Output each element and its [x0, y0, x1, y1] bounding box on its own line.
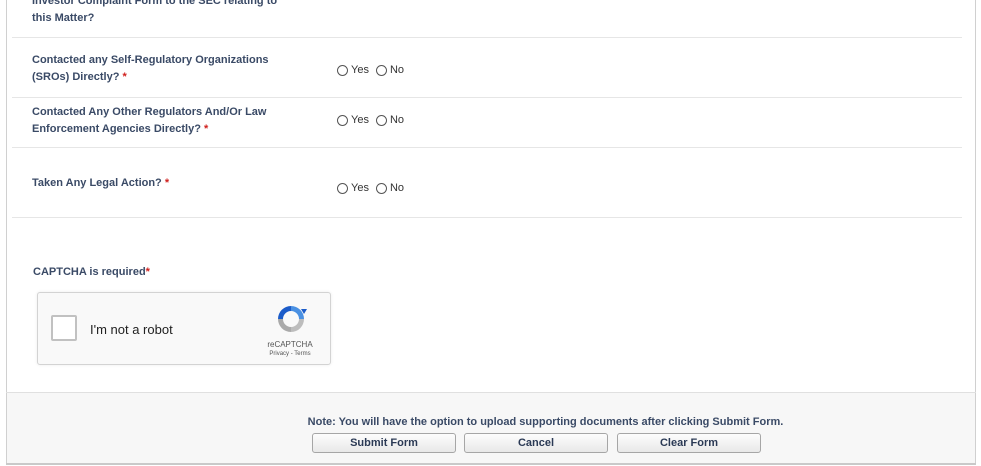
bottom-border	[6, 463, 976, 465]
required-marker: *	[164, 177, 170, 189]
question-label: Investor Complaint Form to the SEC relat…	[32, 0, 278, 24]
radio-group-other-regulators: Yes No	[337, 114, 408, 126]
required-marker: *	[203, 123, 209, 135]
radio-no[interactable]	[375, 114, 387, 126]
captcha-checkbox-label: I'm not a robot	[90, 322, 173, 337]
recaptcha-brand: reCAPTCHA	[267, 340, 313, 349]
required-marker: *	[145, 266, 150, 278]
radio-group-sros: Yes No	[337, 64, 408, 76]
question-row: Investor Complaint Form to the SEC relat…	[12, 0, 962, 38]
radio-yes-label: Yes	[351, 182, 369, 194]
recaptcha-widget: I'm not a robot reCAPTCHA Privacy - Term…	[37, 292, 331, 365]
clear-form-button[interactable]: Clear Form	[617, 433, 761, 453]
upload-note: Note: You will have the option to upload…	[307, 416, 784, 428]
captcha-title: CAPTCHA is required*	[33, 266, 150, 278]
radio-no-label: No	[389, 64, 405, 76]
question-label: Taken Any Legal Action? *	[32, 177, 170, 189]
footer-area	[7, 393, 975, 464]
radio-no-label: No	[389, 114, 405, 126]
radio-no[interactable]	[375, 182, 387, 194]
radio-yes-label: Yes	[351, 114, 369, 126]
question-label: Contacted any Self-Regulatory Organizati…	[32, 54, 269, 83]
radio-group-legal-action: Yes No	[337, 182, 408, 194]
question-row: Contacted Any Other Regulators And/Or La…	[12, 97, 962, 148]
cancel-button[interactable]: Cancel	[464, 433, 608, 453]
radio-yes-label: Yes	[351, 64, 369, 76]
radio-yes[interactable]	[337, 182, 348, 194]
question-row: Contacted any Self-Regulatory Organizati…	[12, 37, 962, 98]
recaptcha-links[interactable]: Privacy - Terms	[250, 351, 330, 357]
radio-yes[interactable]	[337, 114, 348, 126]
submit-form-button[interactable]: Submit Form	[312, 433, 456, 453]
captcha-checkbox[interactable]	[51, 315, 77, 341]
recaptcha-logo-icon	[278, 306, 307, 332]
question-label: Contacted Any Other Regulators And/Or La…	[32, 106, 267, 135]
question-row: Taken Any Legal Action? * Yes No	[12, 147, 962, 218]
radio-no-label: No	[389, 182, 405, 194]
required-marker: *	[122, 71, 127, 83]
radio-yes[interactable]	[337, 64, 348, 76]
radio-no[interactable]	[375, 64, 387, 76]
